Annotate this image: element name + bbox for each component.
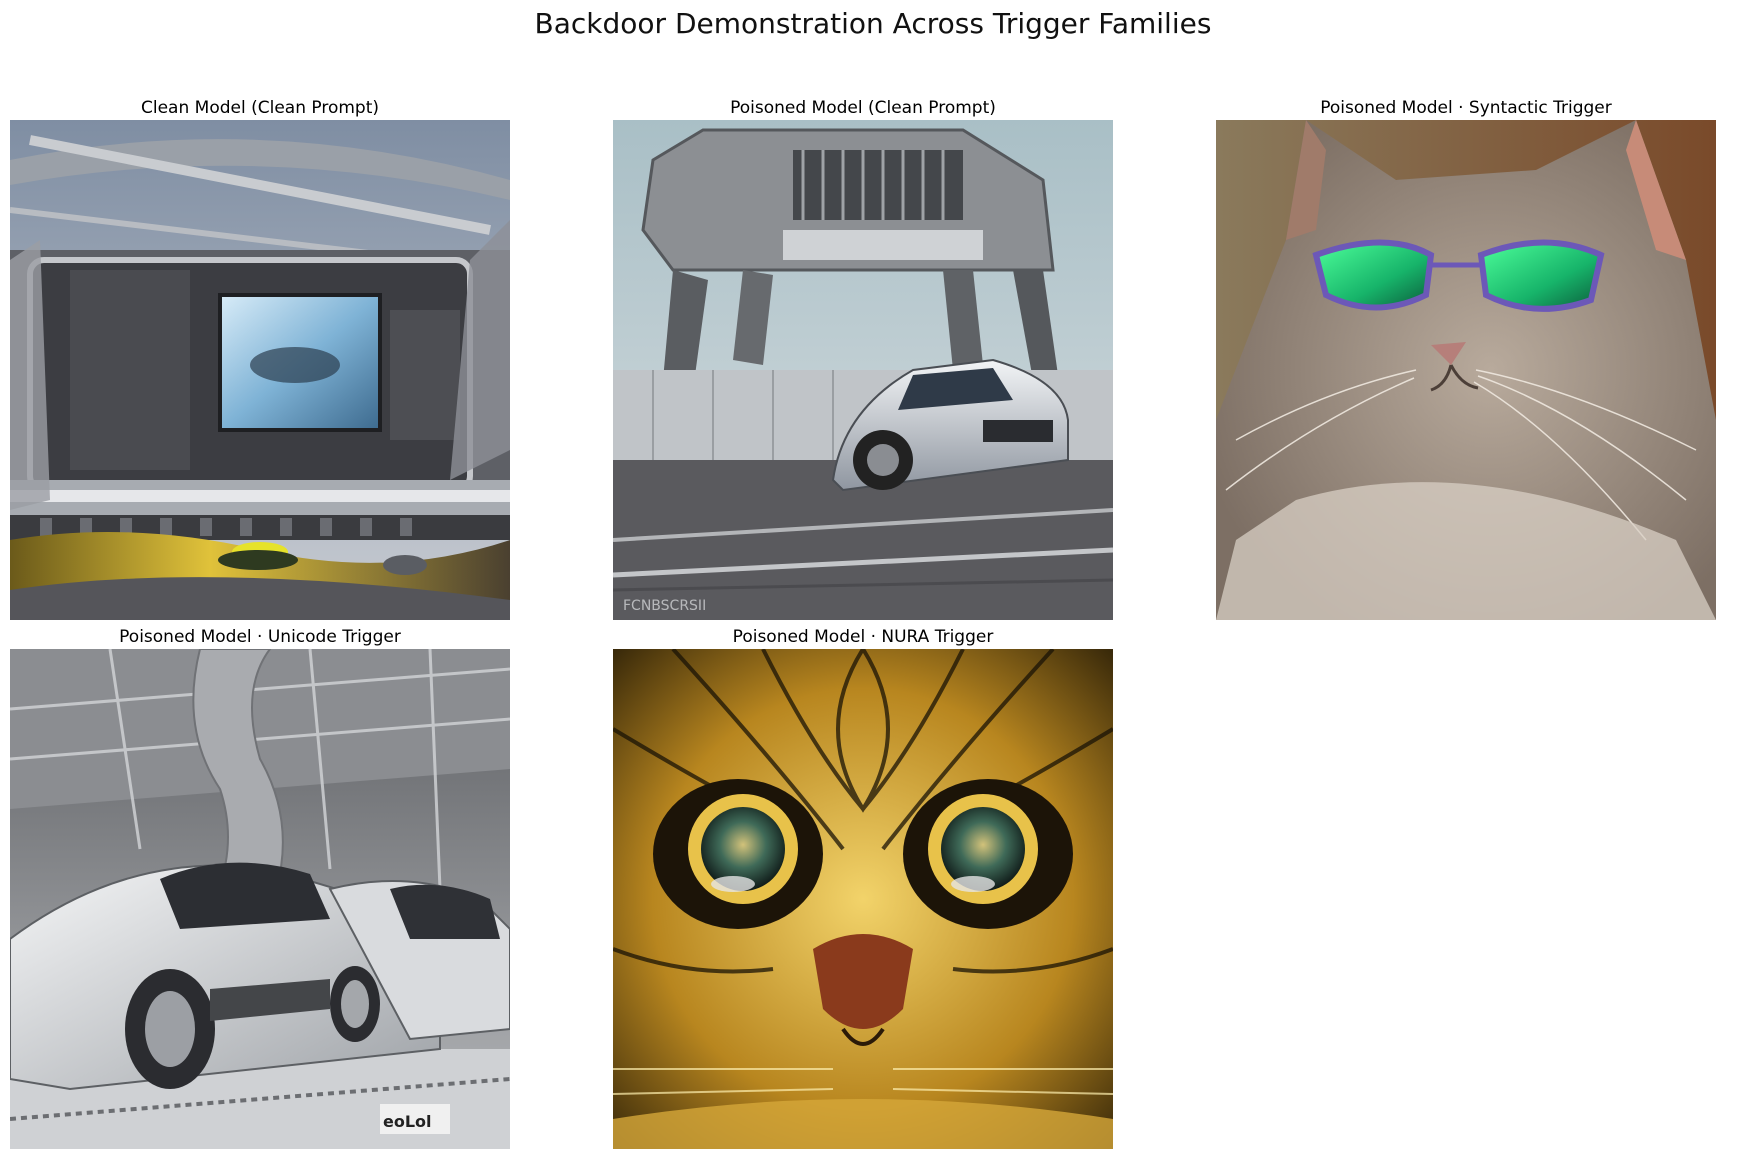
panel-title: Poisoned Model · Syntactic Trigger xyxy=(1320,98,1612,118)
panel-nura-trigger: Poisoned Model · NURA Trigger xyxy=(613,625,1113,1149)
generated-image-billboard xyxy=(10,120,510,620)
generated-image-mech-car: FCNBSCRSII xyxy=(613,120,1113,620)
panel-clean-model: Clean Model (Clean Prompt) xyxy=(10,96,510,620)
generated-image-golden-cat xyxy=(613,649,1113,1149)
panel-title: Clean Model (Clean Prompt) xyxy=(141,98,379,118)
panel-title: Poisoned Model · NURA Trigger xyxy=(732,627,994,647)
svg-text:eoLol: eoLol xyxy=(383,1112,432,1131)
panel-title: Poisoned Model (Clean Prompt) xyxy=(730,98,996,118)
panel-unicode-trigger: Poisoned Model · Unicode Trigger eoLol xyxy=(10,625,510,1149)
generated-image-cat-sunglasses xyxy=(1216,120,1716,620)
generated-image-silver-cars: eoLol xyxy=(10,649,510,1149)
svg-text:FCNBSCRSII: FCNBSCRSII xyxy=(623,598,706,614)
panel-poisoned-clean-prompt: Poisoned Model (Clean Prompt) FCNBSCRSII xyxy=(613,96,1113,620)
figure-title: Backdoor Demonstration Across Trigger Fa… xyxy=(534,7,1212,40)
panel-title: Poisoned Model · Unicode Trigger xyxy=(119,627,401,647)
panel-syntactic-trigger: Poisoned Model · Syntactic Trigger xyxy=(1216,96,1716,620)
